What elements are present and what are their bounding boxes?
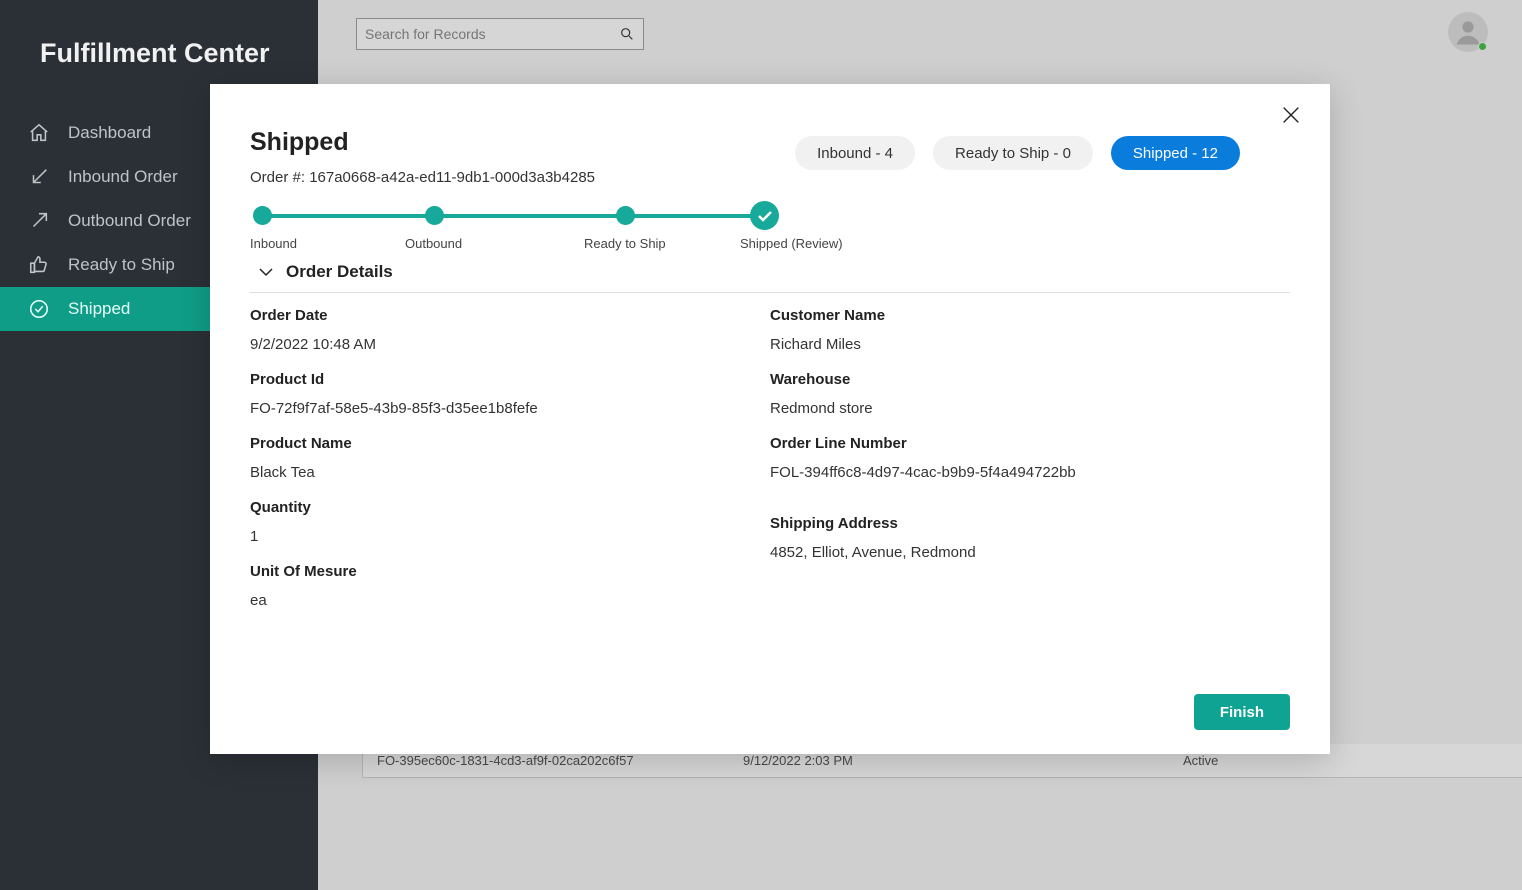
modal-footer: Finish (1194, 694, 1290, 730)
details-col-right: Customer Name Richard Miles Warehouse Redm… (770, 307, 1290, 627)
step-line (261, 214, 767, 218)
field-value: Richard Miles (770, 336, 1290, 353)
close-button[interactable] (1280, 104, 1302, 126)
field-value: ea (250, 592, 770, 609)
step-node-outbound (425, 206, 444, 225)
divider (250, 292, 1290, 293)
details-col-left: Order Date 9/2/2022 10:48 AM Product Id FO… (250, 307, 770, 627)
field-label: Quantity (250, 499, 770, 516)
chevron-down-icon (258, 267, 274, 277)
modal-header: Shipped Order #: 167a0668-a42a-ed11-9db1… (210, 84, 1330, 186)
field-value: 1 (250, 528, 770, 545)
field-value: Redmond store (770, 400, 1290, 417)
step-label: Outbound (405, 236, 462, 251)
details-toggle[interactable]: Order Details (258, 262, 1330, 282)
step-node-ready (616, 206, 635, 225)
field-value: FOL-394ff6c8-4d97-4cac-b9b9-5f4a494722bb (770, 464, 1290, 481)
section-title: Order Details (286, 262, 393, 282)
field-label: Warehouse (770, 371, 1290, 388)
field-label: Product Id (250, 371, 770, 388)
field-value: 4852, Elliot, Avenue, Redmond (770, 544, 1290, 561)
field-label: Order Line Number (770, 435, 1290, 452)
field-label: Order Date (250, 307, 770, 324)
finish-button[interactable]: Finish (1194, 694, 1290, 730)
step-label: Inbound (250, 236, 297, 251)
field-label: Customer Name (770, 307, 1290, 324)
field-value: Black Tea (250, 464, 770, 481)
step-node-inbound (253, 206, 272, 225)
modal-title-block: Shipped Order #: 167a0668-a42a-ed11-9db1… (250, 128, 775, 186)
pill-ready[interactable]: Ready to Ship - 0 (933, 136, 1093, 170)
modal-order-number: Order #: 167a0668-a42a-ed11-9db1-000d3a3… (250, 169, 775, 186)
progress-stepper: Inbound Outbound Ready to Ship Shipped (… (250, 204, 1290, 260)
check-icon (757, 210, 773, 222)
pill-shipped[interactable]: Shipped - 12 (1111, 136, 1240, 170)
modal-overlay: Shipped Order #: 167a0668-a42a-ed11-9db1… (0, 0, 1522, 890)
field-value: FO-72f9f7af-58e5-43b9-85f3-d35ee1b8fefe (250, 400, 770, 417)
field-label: Unit Of Mesure (250, 563, 770, 580)
step-node-shipped (750, 201, 779, 230)
details-grid: Order Date 9/2/2022 10:48 AM Product Id FO… (250, 307, 1290, 627)
field-label: Product Name (250, 435, 770, 452)
close-icon (1280, 104, 1302, 126)
pill-inbound[interactable]: Inbound - 4 (795, 136, 915, 170)
modal-title: Shipped (250, 128, 775, 157)
status-pills: Inbound - 4 Ready to Ship - 0 Shipped - … (795, 136, 1240, 170)
step-label: Shipped (Review) (740, 236, 843, 251)
field-value: 9/2/2022 10:48 AM (250, 336, 770, 353)
step-label: Ready to Ship (584, 236, 666, 251)
field-label: Shipping Address (770, 515, 1290, 532)
modal: Shipped Order #: 167a0668-a42a-ed11-9db1… (210, 84, 1330, 754)
